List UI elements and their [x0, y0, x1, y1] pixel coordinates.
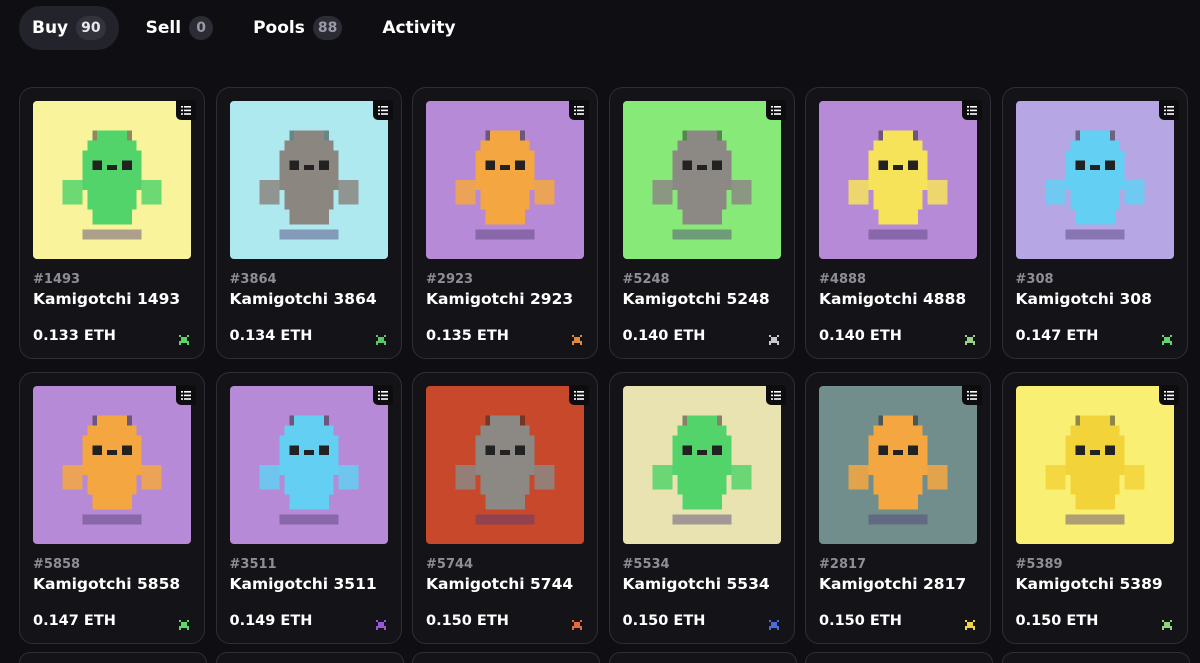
trait-icon [963, 332, 977, 346]
nft-card[interactable]: #5248 Kamigotchi 5248 0.140 ETH [608, 87, 795, 359]
token-id: #2923 [426, 272, 474, 287]
nft-card[interactable]: #5858 Kamigotchi 5858 0.147 ETH [19, 372, 205, 644]
nft-image[interactable] [229, 101, 388, 259]
tab-label: Activity [382, 18, 456, 38]
nft-name: Kamigotchi 5389 [1015, 575, 1163, 593]
list-menu-icon[interactable] [176, 100, 196, 120]
tab-count-badge: 0 [189, 16, 214, 40]
nft-name: Kamigotchi 5858 [33, 575, 181, 593]
list-menu-icon[interactable] [962, 385, 982, 405]
tab-activity[interactable]: Activity [369, 6, 468, 50]
nft-card[interactable]: #4888 Kamigotchi 4888 0.140 ETH [805, 87, 991, 359]
nft-name: Kamigotchi 5248 [622, 290, 770, 308]
nft-name: Kamigotchi 2923 [426, 290, 574, 308]
nft-price: 0.150 ETH [426, 613, 509, 629]
trait-icon [570, 332, 584, 346]
nft-image[interactable] [1015, 386, 1174, 544]
token-id: #3511 [229, 557, 277, 572]
nft-name: Kamigotchi 4888 [819, 290, 967, 308]
nft-card[interactable]: #5534 Kamigotchi 5534 0.150 ETH [608, 372, 795, 644]
nft-price: 0.150 ETH [622, 613, 706, 629]
nft-image[interactable] [622, 101, 781, 259]
tab-buy[interactable]: Buy 90 [19, 6, 119, 50]
token-id: #5389 [1015, 557, 1063, 572]
nft-price: 0.134 ETH [229, 328, 313, 344]
token-id: #2817 [819, 557, 867, 572]
nft-price: 0.147 ETH [33, 613, 116, 629]
nft-price: 0.150 ETH [819, 613, 902, 629]
nft-image[interactable] [622, 386, 781, 544]
marketplace-tabs: Buy 90 Sell 0 Pools 88 Activity [19, 6, 483, 50]
list-menu-icon[interactable] [372, 100, 393, 120]
nft-image[interactable] [819, 386, 977, 544]
nft-name: Kamigotchi 3864 [229, 290, 377, 308]
trait-icon [374, 332, 388, 346]
nft-image[interactable] [1015, 101, 1174, 259]
token-id: #5534 [622, 557, 670, 572]
nft-card[interactable]: #2923 Kamigotchi 2923 0.135 ETH [412, 87, 598, 359]
trait-icon [963, 617, 977, 631]
nft-name: Kamigotchi 1493 [33, 290, 181, 308]
token-id: #3864 [229, 272, 277, 287]
nft-card[interactable]: #5744 Kamigotchi 5744 0.150 ETH [412, 372, 598, 644]
nft-card[interactable]: #308 Kamigotchi 308 0.147 ETH [1001, 87, 1188, 359]
nft-image[interactable] [819, 101, 977, 259]
nft-card[interactable]: #3511 Kamigotchi 3511 0.149 ETH [215, 372, 402, 644]
list-menu-icon[interactable] [1158, 385, 1179, 405]
trait-icon [1160, 332, 1174, 346]
trait-icon [1160, 617, 1174, 631]
list-menu-icon[interactable] [569, 385, 589, 405]
tab-sell[interactable]: Sell 0 [133, 6, 226, 50]
trait-icon [570, 617, 584, 631]
nft-name: Kamigotchi 2817 [819, 575, 967, 593]
token-id: #5744 [426, 557, 474, 572]
nft-price: 0.149 ETH [229, 613, 313, 629]
list-menu-icon[interactable] [176, 385, 196, 405]
nft-name: Kamigotchi 5534 [622, 575, 770, 593]
list-menu-icon[interactable] [372, 385, 393, 405]
nft-image[interactable] [229, 386, 388, 544]
list-menu-icon[interactable] [765, 100, 786, 120]
nft-price: 0.135 ETH [426, 328, 509, 344]
trait-icon [177, 332, 191, 346]
list-menu-icon[interactable] [765, 385, 786, 405]
nft-card[interactable]: #5389 Kamigotchi 5389 0.150 ETH [1001, 372, 1188, 644]
list-menu-icon[interactable] [1158, 100, 1179, 120]
token-id: #308 [1015, 272, 1054, 287]
tab-count-badge: 88 [312, 16, 343, 40]
nft-price: 0.140 ETH [819, 328, 902, 344]
nft-price: 0.147 ETH [1015, 328, 1099, 344]
tab-label: Pools [253, 18, 305, 38]
nft-image[interactable] [33, 101, 191, 259]
nft-image[interactable] [426, 386, 584, 544]
nft-image[interactable] [33, 386, 191, 544]
token-id: #5248 [622, 272, 670, 287]
nft-card[interactable]: #2817 Kamigotchi 2817 0.150 ETH [805, 372, 991, 644]
nft-name: Kamigotchi 5744 [426, 575, 574, 593]
list-menu-icon[interactable] [569, 100, 589, 120]
nft-name: Kamigotchi 3511 [229, 575, 377, 593]
nft-price: 0.150 ETH [1015, 613, 1099, 629]
trait-icon [374, 617, 388, 631]
tab-label: Buy [32, 18, 69, 38]
trait-icon [767, 332, 781, 346]
trait-icon [177, 617, 191, 631]
nft-image[interactable] [426, 101, 584, 259]
token-id: #5858 [33, 557, 81, 572]
tab-pools[interactable]: Pools 88 [240, 6, 355, 50]
tab-label: Sell [145, 18, 182, 38]
tab-count-badge: 90 [76, 16, 106, 40]
token-id: #1493 [33, 272, 81, 287]
nft-price: 0.133 ETH [33, 328, 116, 344]
list-menu-icon[interactable] [962, 100, 982, 120]
nft-card[interactable]: #3864 Kamigotchi 3864 0.134 ETH [215, 87, 402, 359]
nft-card[interactable]: #1493 Kamigotchi 1493 0.133 ETH [19, 87, 205, 359]
nft-name: Kamigotchi 308 [1015, 290, 1152, 308]
trait-icon [767, 617, 781, 631]
nft-price: 0.140 ETH [622, 328, 706, 344]
token-id: #4888 [819, 272, 867, 287]
